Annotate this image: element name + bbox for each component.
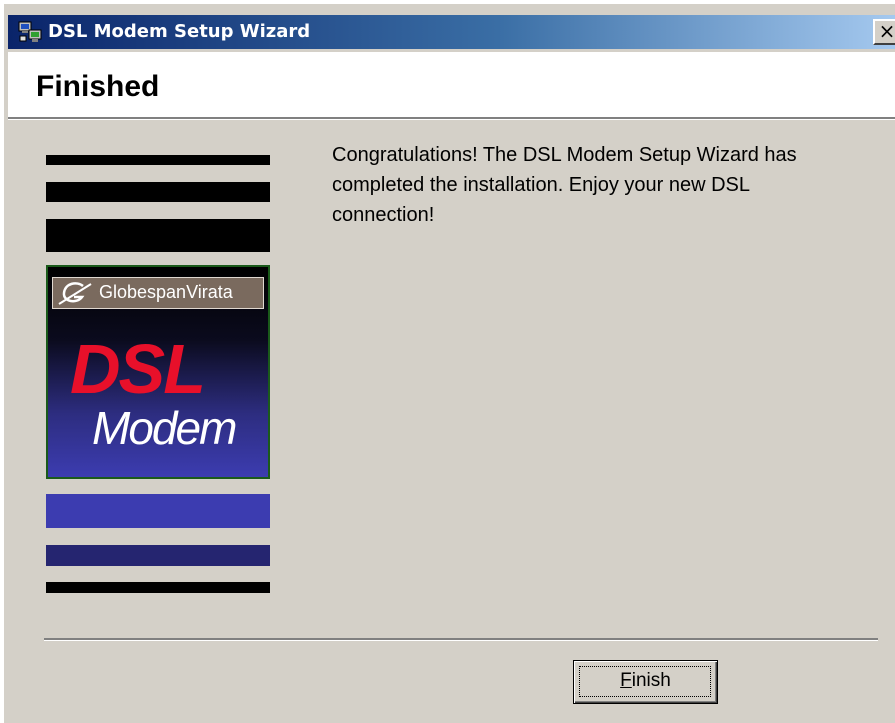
- product-logo: GlobespanVirata DSL Modem: [46, 265, 270, 479]
- window-title: DSL Modem Setup Wizard: [48, 21, 311, 42]
- decor-stripe: [46, 155, 270, 165]
- decor-stripe: [46, 494, 270, 528]
- wizard-header: Finished: [8, 52, 895, 119]
- close-button[interactable]: ×: [873, 19, 895, 45]
- wizard-window: DSL Modem Setup Wizard × Finished Globes…: [0, 0, 895, 723]
- decor-stripe: [46, 582, 270, 593]
- title-bar[interactable]: DSL Modem Setup Wizard ×: [8, 15, 895, 49]
- page-title: Finished: [36, 70, 160, 103]
- logo-dsl-text: DSL: [70, 330, 206, 408]
- company-name: GlobespanVirata: [99, 282, 233, 302]
- company-band: GlobespanVirata: [52, 277, 264, 309]
- completion-message: Congratulations! The DSL Modem Setup Wiz…: [332, 144, 797, 226]
- finish-button[interactable]: Finish: [573, 660, 718, 704]
- decor-stripe: [46, 182, 270, 202]
- globespanvirata-logo-icon: [57, 280, 93, 306]
- close-icon: ×: [878, 19, 895, 43]
- computer-network-icon: [18, 21, 42, 42]
- decor-stripe: [46, 219, 270, 252]
- decor-stripe: [46, 545, 270, 566]
- button-divider: [44, 638, 878, 641]
- finish-button-label: Finish: [620, 670, 671, 691]
- logo-modem-text: Modem: [92, 402, 237, 454]
